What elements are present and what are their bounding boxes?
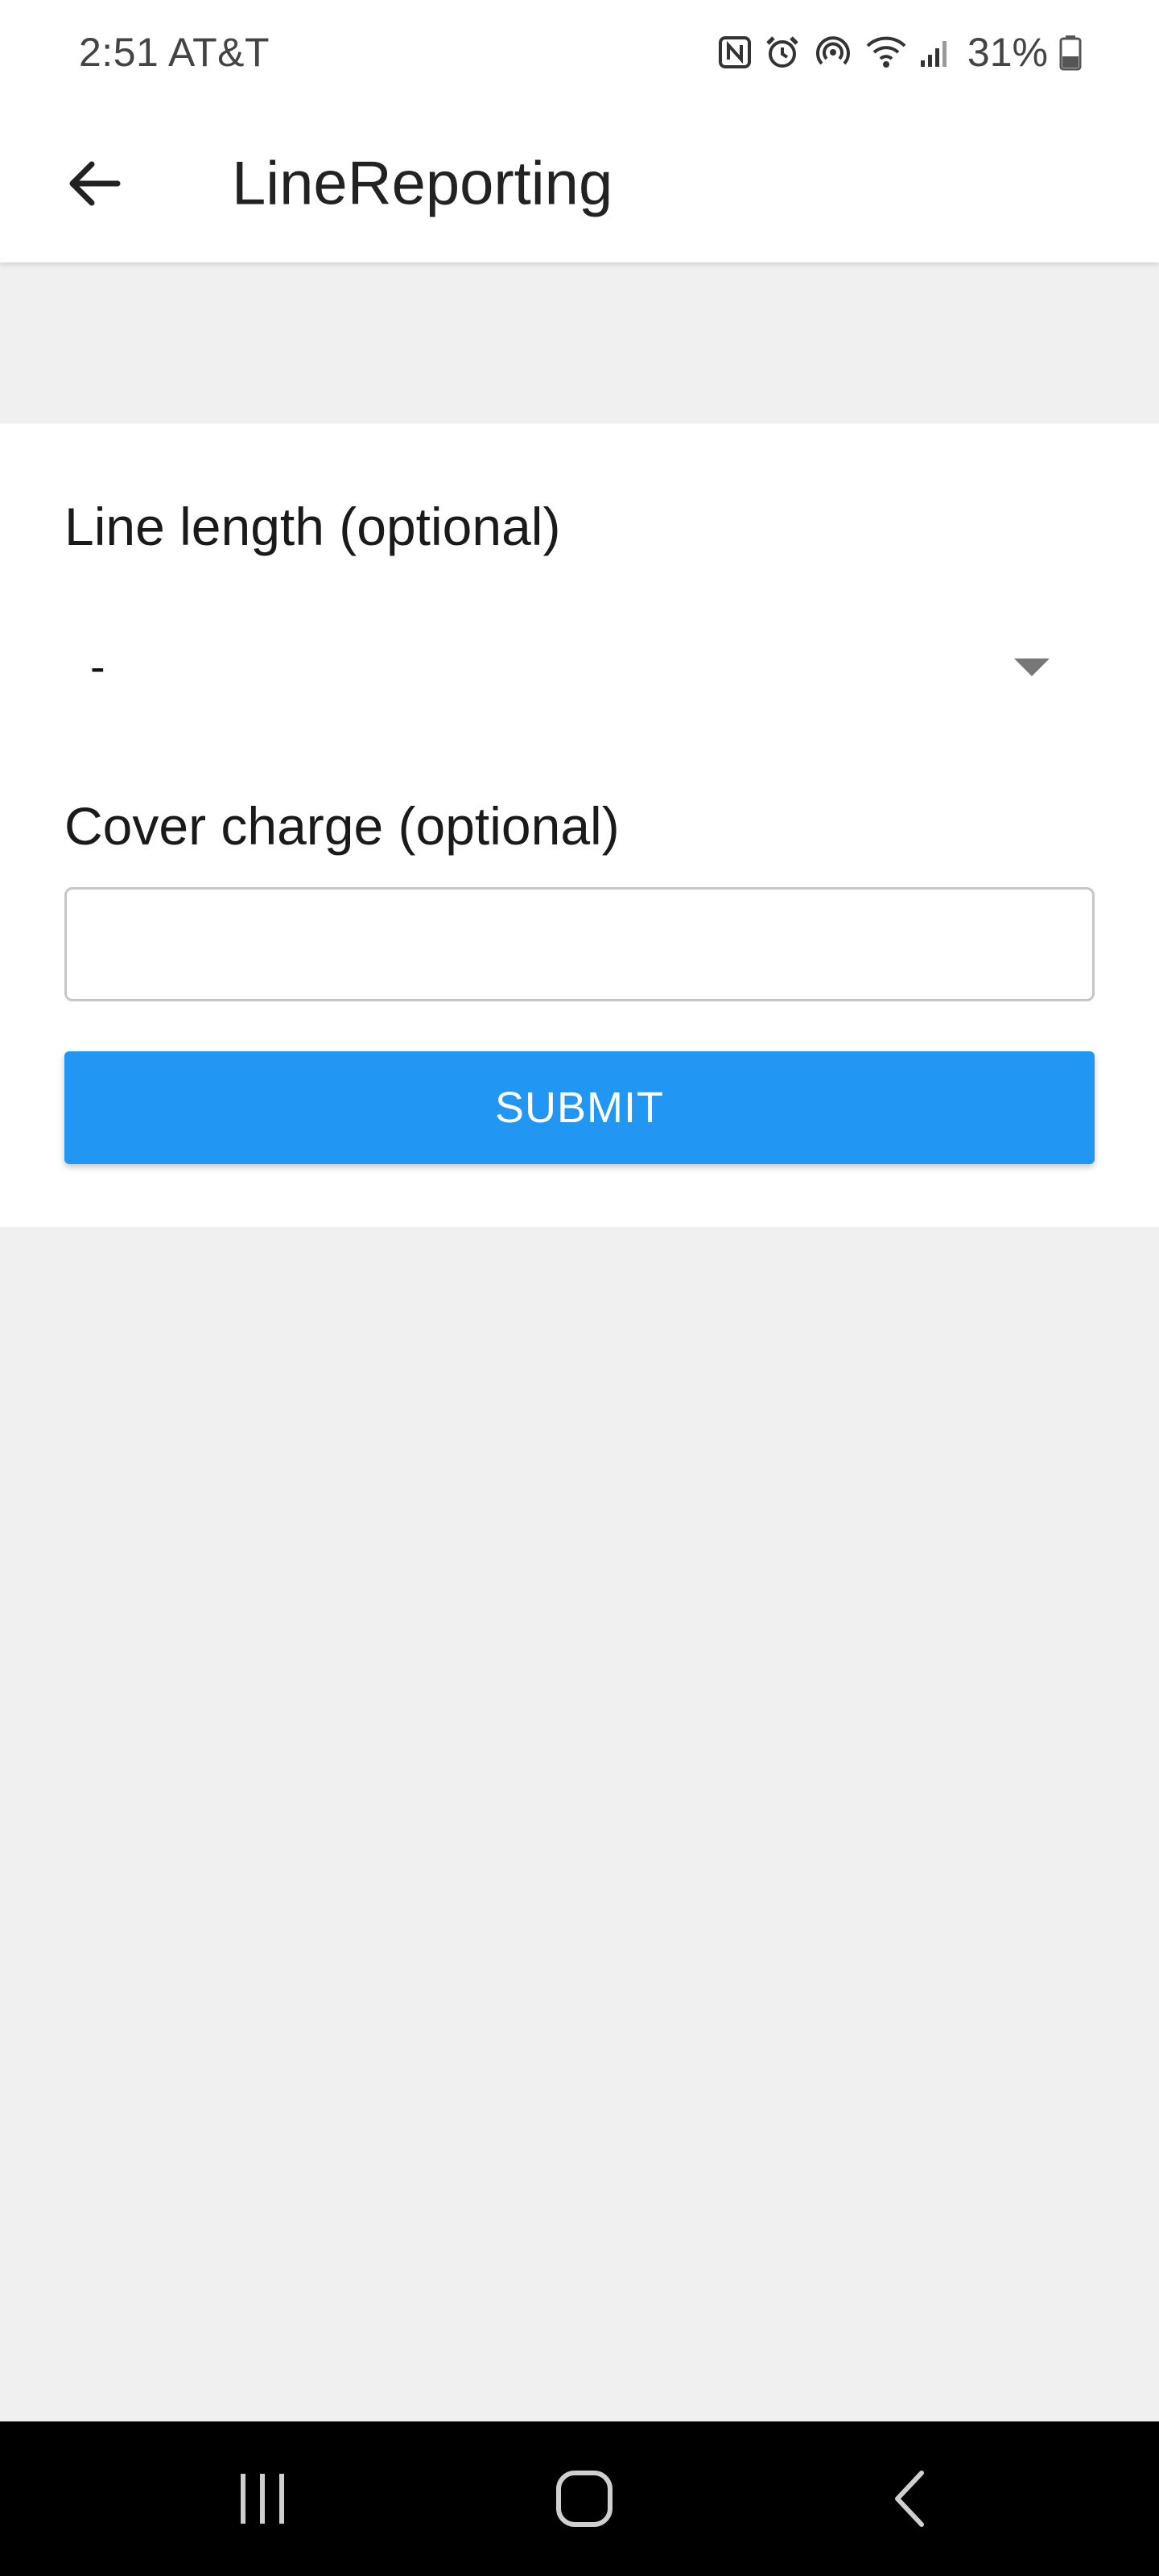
- line-length-select[interactable]: -: [64, 613, 1095, 718]
- status-time-carrier: 2:51 AT&T: [79, 30, 270, 75]
- app-bar: LineReporting: [0, 105, 1159, 262]
- home-button[interactable]: [528, 2454, 641, 2544]
- alarm-icon: [763, 34, 802, 71]
- submit-button[interactable]: SUBMIT: [64, 1051, 1095, 1164]
- status-icons: 31%: [718, 29, 1082, 76]
- line-length-value: -: [90, 640, 105, 691]
- battery-percent: 31%: [967, 30, 1048, 75]
- nav-back-button[interactable]: [853, 2454, 966, 2544]
- system-nav-bar: [0, 2421, 1159, 2576]
- home-icon: [556, 2471, 612, 2527]
- arrow-left-icon: [69, 161, 121, 206]
- report-form-card: Line length (optional) - Cover charge (o…: [0, 423, 1159, 1227]
- cover-charge-label: Cover charge (optional): [64, 796, 620, 856]
- recents-icon: [241, 2474, 284, 2524]
- status-bar: 2:51 AT&T 31%: [0, 0, 1159, 105]
- recents-button[interactable]: [206, 2454, 319, 2544]
- wifi-icon: [864, 35, 908, 70]
- page-title: LineReporting: [232, 149, 613, 218]
- dropdown-arrow-icon: [1014, 658, 1050, 676]
- signal-icon: [919, 36, 951, 68]
- cover-charge-input[interactable]: [64, 887, 1095, 1001]
- line-length-label: Line length (optional): [64, 497, 561, 556]
- hotspot-icon: [813, 34, 853, 71]
- back-icon: [895, 2471, 924, 2527]
- battery-icon: [1059, 34, 1082, 71]
- nfc-icon: [718, 35, 752, 69]
- back-button[interactable]: [48, 138, 138, 229]
